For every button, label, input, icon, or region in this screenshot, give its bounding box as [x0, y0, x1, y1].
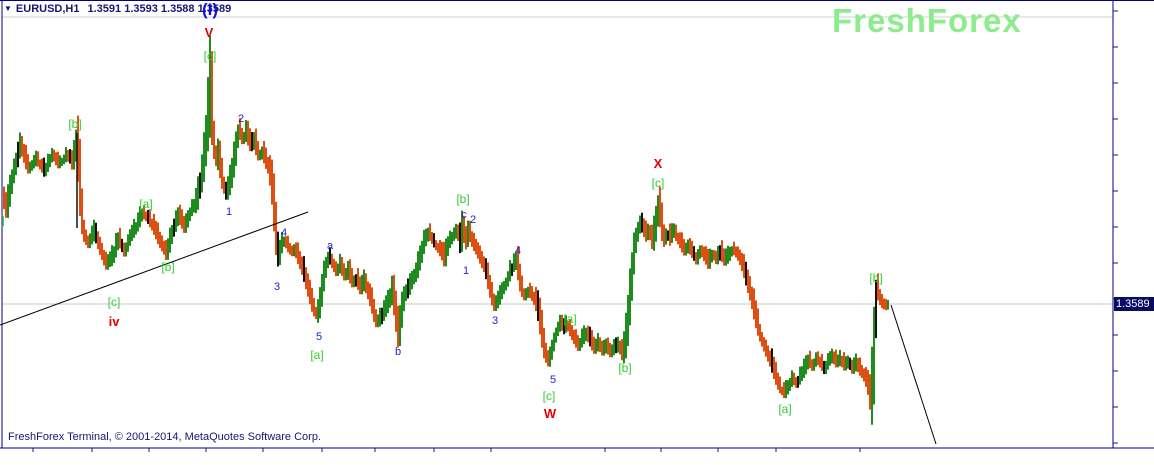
wave-label[interactable]: [a] [563, 313, 576, 325]
wave-label[interactable]: 3 [274, 281, 280, 293]
wave-label[interactable]: 5 [316, 331, 322, 343]
wave-label[interactable]: [c] [108, 296, 121, 308]
wave-label[interactable]: iv [109, 315, 120, 328]
wave-label[interactable]: [b] [456, 193, 469, 205]
terminal-copyright: FreshForex Terminal, © 2001-2014, MetaQu… [8, 431, 321, 443]
wave-label[interactable]: [c] [204, 50, 217, 62]
wave-label[interactable]: V [205, 26, 214, 39]
wave-label[interactable]: W [544, 407, 556, 420]
wave-label[interactable]: [a] [139, 198, 152, 210]
wave-label[interactable]: [a] [778, 403, 791, 415]
wave-label[interactable]: 1 [463, 265, 469, 277]
current-price-badge: 1.3589 [1114, 297, 1154, 311]
wave-label[interactable]: X [654, 157, 663, 170]
wave-label[interactable]: 2 [238, 113, 244, 125]
broker-watermark: FreshForex [832, 2, 1022, 39]
chevron-down-icon[interactable]: ▼ [4, 4, 12, 13]
wave-label[interactable]: [b] [618, 362, 631, 374]
wave-label[interactable]: [b] [68, 118, 81, 130]
wave-label[interactable]: [c] [543, 390, 556, 402]
wave-label[interactable]: ] [1, 214, 4, 226]
wave-label[interactable]: 1 [226, 206, 232, 218]
wave-label[interactable]: a [327, 240, 333, 252]
wave-label[interactable]: [a] [310, 349, 323, 361]
trendline[interactable] [890, 304, 937, 445]
wave-label[interactable]: (I) [202, 1, 218, 18]
wave-label[interactable]: 5 [550, 374, 556, 386]
wave-label[interactable]: 3 [492, 315, 498, 327]
wave-label[interactable]: [b] [161, 261, 174, 273]
wave-label[interactable]: 4 [281, 227, 287, 239]
price-axis[interactable]: 1.39551.39101.38651.38201.37751.37301.36… [1113, 0, 1154, 448]
wave-label[interactable]: b [395, 346, 401, 358]
wave-label[interactable]: c [461, 209, 467, 221]
chart-plot-area[interactable] [0, 0, 1154, 465]
wave-label[interactable]: [c] [652, 177, 665, 189]
mt4-chart-window: ▼ EURUSD,H1 1.3591 1.3593 1.3588 1.3589 Fr… [0, 0, 1154, 465]
wave-label[interactable]: 4 [515, 245, 521, 257]
symbol-timeframe-label: EURUSD,H1 [15, 3, 80, 15]
wave-label[interactable]: [b] [869, 272, 882, 284]
time-axis[interactable]: 13 Dec 201318 Dec 10:0023 Dec 02:0026 De… [0, 448, 1154, 465]
symbol-header: ▼ EURUSD,H1 1.3591 1.3593 1.3588 1.3589 [4, 3, 231, 15]
wave-label[interactable]: 2 [470, 214, 476, 226]
